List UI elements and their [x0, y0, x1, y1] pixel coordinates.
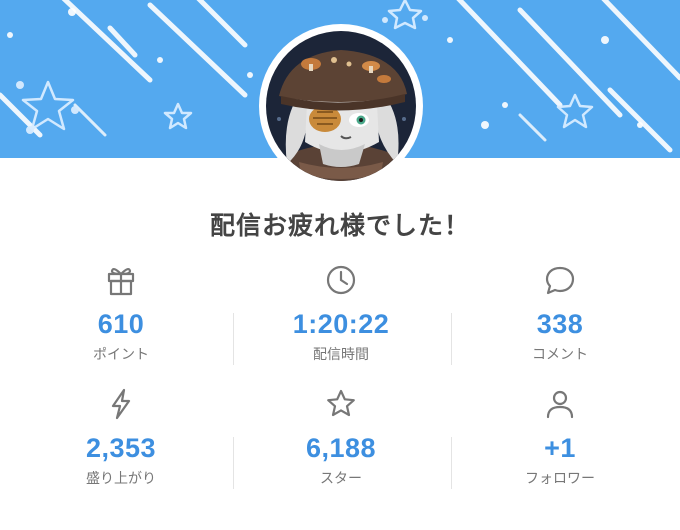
- stat-comments: 338 コメント: [447, 262, 673, 364]
- speech-bubble-icon: [545, 266, 575, 295]
- person-icon: [546, 390, 574, 419]
- stat-points: 610 ポイント: [8, 262, 234, 364]
- lightning-icon: [111, 388, 131, 420]
- star-icon: [327, 389, 355, 417]
- avatar[interactable]: [259, 24, 423, 188]
- comments-value: 338: [536, 309, 584, 339]
- stream-summary-screen: 配信お疲れ様でした！ 610 ポイント 1:20:22 配信時間 338 コメン…: [0, 0, 680, 530]
- stat-stars: 6,188 スター: [228, 386, 454, 488]
- duration-value: 1:20:22: [292, 309, 390, 339]
- stars-value: 6,188: [305, 433, 377, 463]
- stat-duration: 1:20:22 配信時間: [228, 262, 454, 364]
- gift-icon: [107, 267, 135, 296]
- stars-label: スター: [320, 471, 362, 487]
- stat-excitement: 2,353 盛り上がり: [8, 386, 234, 488]
- excitement-value: 2,353: [85, 433, 157, 463]
- avatar-character-icon: [262, 27, 420, 185]
- points-value: 610: [97, 309, 145, 339]
- page-title: 配信お疲れ様でした！: [209, 211, 470, 240]
- clock-icon: [326, 265, 356, 295]
- duration-label: 配信時間: [313, 347, 369, 363]
- stat-followers: +1 フォロワー: [447, 386, 673, 488]
- comments-label: コメント: [532, 347, 588, 363]
- points-label: ポイント: [93, 347, 149, 363]
- followers-label: フォロワー: [525, 471, 595, 487]
- followers-value: +1: [544, 433, 576, 463]
- excitement-label: 盛り上がり: [86, 471, 156, 487]
